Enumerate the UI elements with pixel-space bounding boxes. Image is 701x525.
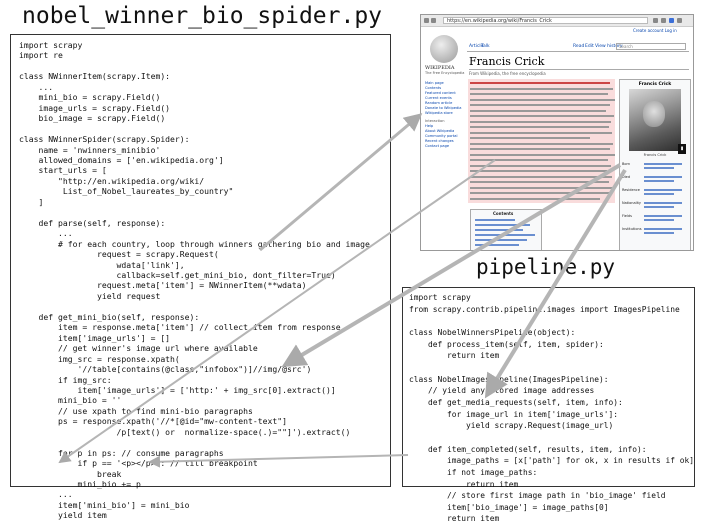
infobox-row-label: Nationality [622, 201, 642, 205]
toc-entry[interactable] [475, 244, 519, 246]
text-line [470, 197, 600, 200]
extension-icon[interactable] [661, 18, 666, 23]
infobox-name: Francis Crick [638, 82, 672, 87]
text-line [470, 131, 612, 134]
text-line [470, 82, 610, 84]
wikipedia-tagline: The Free Encyclopedia [425, 71, 465, 75]
wikipedia-screenshot: https://en.wikipedia.org/wiki/Francis_Cr… [420, 14, 694, 251]
text-line [470, 186, 613, 189]
toc-entry[interactable] [475, 224, 530, 226]
infobox-row-value [644, 228, 682, 230]
pipeline-file-title: pipeline.py [476, 255, 616, 279]
text-line [470, 137, 590, 139]
text-line [470, 175, 612, 178]
text-line [470, 192, 610, 194]
toc-entry[interactable] [475, 229, 523, 231]
user-links[interactable]: Create account Log in [633, 28, 677, 33]
text-line [470, 115, 614, 117]
sidebar-link[interactable]: Contact page [425, 144, 463, 149]
infobox-row-label: Born [622, 162, 631, 166]
infobox-row-value [644, 163, 682, 165]
infobox-row-label: Institutions [622, 227, 642, 231]
tab-talk[interactable]: Talk [481, 44, 490, 49]
extension-icon[interactable] [669, 18, 674, 23]
text-line [470, 126, 609, 128]
infobox-row-value [644, 219, 674, 221]
infobox-row-value [644, 167, 674, 169]
menu-icon[interactable] [677, 18, 682, 23]
title-divider [469, 69, 689, 70]
text-line [470, 104, 610, 106]
text-line [470, 148, 610, 150]
toc-entry[interactable] [475, 219, 515, 221]
forward-icon[interactable] [431, 18, 436, 23]
infobox-row-value [644, 180, 674, 182]
text-line [470, 87, 613, 90]
text-line [470, 170, 607, 172]
infobox-row-label: Died [622, 175, 631, 179]
article-title: Francis Crick [469, 55, 545, 68]
table-of-contents: Contents [470, 209, 542, 250]
portrait-face [643, 101, 665, 127]
tab-read[interactable]: Read [573, 44, 584, 49]
infobox: Francis Crick Francis Crick Born Died Resi… [619, 79, 691, 250]
text-line [470, 120, 611, 123]
pipeline-code: import scrapy from scrapy.contrib.pipeli… [409, 293, 695, 524]
sidebar-link[interactable]: Wikipedia store [425, 111, 463, 116]
text-line [470, 164, 611, 167]
infobox-row-label: Fields [622, 214, 632, 218]
infobox-photo[interactable] [629, 89, 681, 151]
back-icon[interactable] [424, 18, 429, 23]
wikipedia-globe-logo[interactable] [430, 35, 458, 63]
spider-code-panel: import scrapy import re class NWinnerIte… [10, 34, 391, 520]
infobox-row-label: Residence [622, 188, 640, 192]
infobox-row-value [644, 176, 682, 178]
toc-entry[interactable] [475, 234, 535, 236]
tab-edit[interactable]: Edit [585, 44, 594, 49]
text-line [470, 109, 606, 112]
star-icon[interactable] [653, 18, 658, 23]
toc-entry[interactable] [475, 239, 527, 241]
infobox-row-value [644, 193, 674, 195]
wiki-search-input[interactable]: Search [616, 43, 686, 50]
text-line [470, 142, 613, 145]
infobox-row-value [644, 232, 674, 234]
spider-file-title: nobel_winner_bio_spider.py [22, 3, 383, 29]
spider-code: import scrapy import re class NWinnerIte… [19, 40, 370, 521]
text-line [470, 181, 609, 183]
url-field[interactable]: https://en.wikipedia.org/wiki/Francis_Cr… [443, 17, 648, 24]
text-line [470, 153, 615, 156]
infobox-row-value [644, 215, 682, 217]
article-from-line: From Wikipedia, the free encyclopedia [469, 71, 546, 76]
pipeline-code-panel: import scrapy from scrapy.contrib.pipeli… [402, 287, 695, 523]
infobox-row-value [644, 202, 682, 204]
sidebar: Main page Contents Featured content Curr… [425, 81, 463, 149]
browser-toolbar: https://en.wikipedia.org/wiki/Francis_Cr… [421, 15, 693, 27]
text-line [470, 93, 608, 95]
side-tab-icon[interactable]: ▮ [678, 144, 686, 154]
infobox-row-value [644, 189, 682, 191]
infobox-row-value [644, 206, 674, 208]
text-line [470, 98, 615, 101]
toc-title: Contents [493, 211, 514, 216]
text-line [470, 159, 608, 161]
